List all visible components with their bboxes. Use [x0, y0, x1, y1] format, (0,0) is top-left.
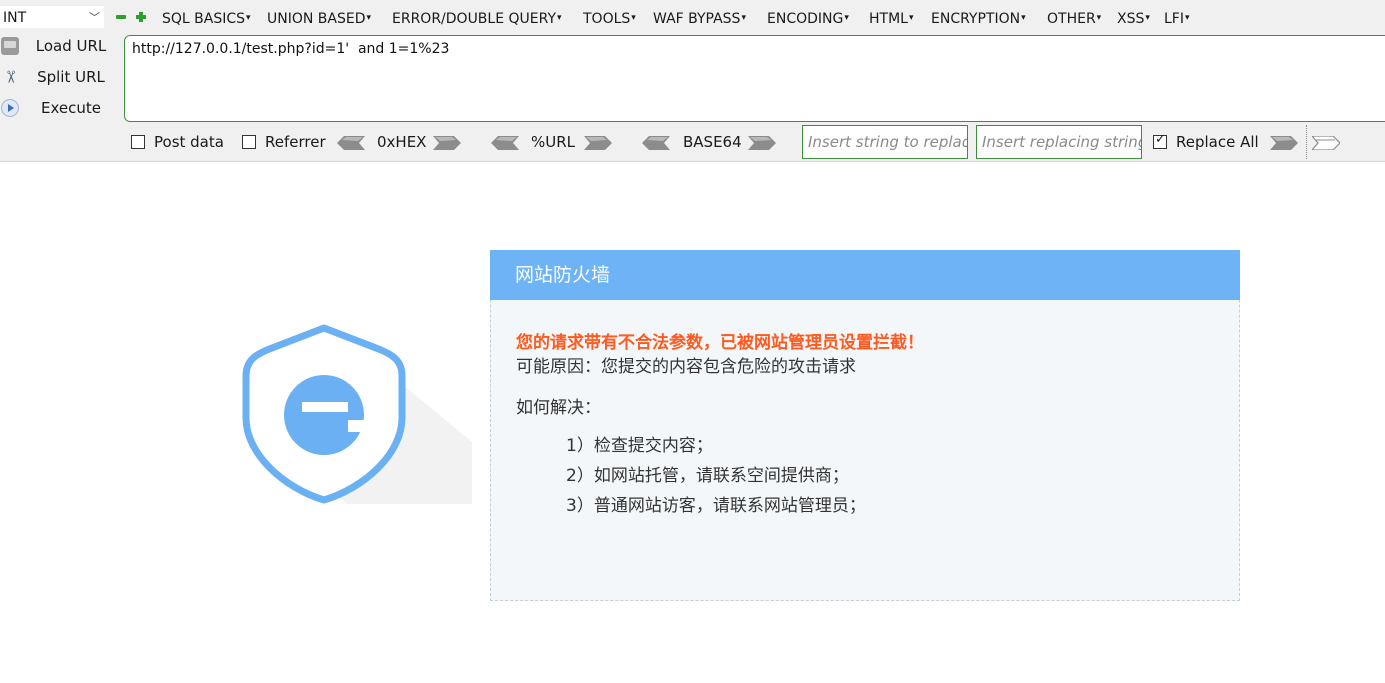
waf-steps-list: 1）检查提交内容； 2）如网站托管，请联系空间提供商； 3）普通网站访客，请联系… — [566, 435, 866, 525]
menu-bar: INT ﹀ SQL BASICS▾ UNION BASED▾ ERROR/DOU… — [0, 6, 1385, 30]
load-url-icon — [1, 37, 19, 55]
hex-label: 0xHEX — [377, 133, 427, 151]
menu-label: LFI — [1164, 11, 1184, 27]
split-url-button[interactable]: Split URL — [0, 65, 120, 89]
menu-label: ENCODING — [767, 11, 844, 27]
caret-down-icon: ▾ — [246, 13, 251, 23]
list-item: 1）检查提交内容； — [566, 436, 713, 456]
waf-reason-text: 可能原因：您提交的内容包含危险的攻击请求 — [516, 357, 856, 377]
caret-down-icon: ▾ — [1021, 13, 1026, 23]
replace-string-placeholder: Insert string to replace — [808, 133, 968, 151]
menu-label: OTHER — [1047, 11, 1096, 27]
split-url-label: Split URL — [37, 68, 105, 86]
play-icon — [1, 99, 19, 117]
minus-icon[interactable] — [116, 12, 126, 22]
base64-encode-arrow-icon[interactable] — [748, 136, 776, 150]
caret-down-icon: ▾ — [844, 13, 849, 23]
post-data-label: Post data — [154, 133, 224, 151]
caret-down-icon: ▾ — [557, 13, 562, 23]
waf-shield-logo-icon — [236, 322, 472, 504]
menu-label: WAF BYPASS — [653, 11, 741, 27]
menu-label: XSS — [1117, 11, 1145, 27]
menu-waf-bypass[interactable]: WAF BYPASS▾ — [653, 8, 746, 29]
replace-all-checkbox[interactable] — [1153, 132, 1167, 149]
replace-string-input[interactable]: Insert string to replace — [802, 125, 968, 159]
caret-down-icon: ▾ — [631, 13, 636, 23]
menu-encoding[interactable]: ENCODING▾ — [767, 8, 849, 29]
hex-encode-arrow-icon[interactable] — [433, 136, 461, 150]
type-select[interactable]: INT ﹀ — [0, 6, 104, 28]
menu-tools[interactable]: TOOLS▾ — [583, 8, 636, 29]
caret-down-icon: ▾ — [1184, 13, 1190, 23]
caret-down-icon: ▾ — [1145, 13, 1150, 23]
menu-label: UNION BASED — [267, 11, 366, 27]
waf-warning-text: 您的请求带有不合法参数，已被网站管理员设置拦截！ — [516, 333, 924, 353]
divider — [1306, 125, 1307, 159]
referrer-label: Referrer — [265, 133, 326, 151]
menu-sql-basics[interactable]: SQL BASICS▾ — [162, 8, 251, 29]
menu-xss[interactable]: XSS▾ — [1117, 8, 1150, 29]
load-url-button[interactable]: Load URL — [0, 34, 120, 58]
menu-union-based[interactable]: UNION BASED▾ — [267, 8, 371, 29]
replacing-string-placeholder: Insert replacing string — [982, 133, 1142, 151]
menu-label: ERROR/DOUBLE QUERY — [392, 11, 557, 27]
load-url-label: Load URL — [35, 37, 107, 55]
menu-other[interactable]: OTHER▾ — [1047, 8, 1101, 29]
caret-down-icon: ▾ — [1096, 13, 1102, 23]
menu-label: HTML — [869, 11, 908, 27]
execute-label: Execute — [41, 99, 101, 117]
referrer-checkbox[interactable] — [242, 135, 256, 149]
replace-next-arrow-icon[interactable] — [1312, 136, 1340, 150]
post-data-checkbox[interactable] — [131, 135, 145, 149]
base64-decode-arrow-icon[interactable] — [642, 136, 670, 150]
menu-error-double-query[interactable]: ERROR/DOUBLE QUERY▾ — [392, 8, 562, 29]
hex-decode-arrow-icon[interactable] — [337, 136, 365, 150]
url-encode-label: %URL — [531, 133, 576, 151]
replace-all-label: Replace All — [1176, 133, 1259, 151]
waf-panel-title: 网站防火墙 — [490, 250, 1240, 300]
list-item: 2）如网站托管，请联系空间提供商； — [566, 466, 849, 486]
caret-down-icon: ▾ — [366, 13, 372, 23]
plus-icon[interactable] — [136, 12, 146, 22]
replace-arrow-icon[interactable] — [1270, 136, 1298, 150]
url-text: http://127.0.0.1/test.php?id=1' and 1=1%… — [132, 41, 450, 57]
menu-lfi[interactable]: LFI▾ — [1164, 8, 1190, 29]
waf-howto-heading: 如何解决： — [516, 398, 601, 418]
scissors-icon — [1, 68, 19, 86]
type-select-value: INT — [3, 10, 27, 26]
execute-button[interactable]: Execute — [0, 96, 120, 120]
menu-label: SQL BASICS — [162, 11, 246, 27]
menu-encryption[interactable]: ENCRYPTION▾ — [931, 8, 1026, 29]
url-decode-arrow-icon[interactable] — [491, 136, 519, 150]
url-textarea[interactable]: http://127.0.0.1/test.php?id=1' and 1=1%… — [124, 35, 1385, 122]
waf-panel: 网站防火墙 您的请求带有不合法参数，已被网站管理员设置拦截！ 可能原因：您提交的… — [490, 250, 1240, 601]
replacing-string-input[interactable]: Insert replacing string — [976, 125, 1142, 159]
list-item: 3）普通网站访客，请联系网站管理员； — [566, 496, 866, 516]
chevron-down-icon: ﹀ — [89, 11, 100, 24]
menu-label: ENCRYPTION — [931, 11, 1021, 27]
base64-label: BASE64 — [683, 133, 742, 151]
caret-down-icon: ▾ — [741, 13, 746, 23]
hackbar-toolbar: INT ﹀ SQL BASICS▾ UNION BASED▾ ERROR/DOU… — [0, 0, 1385, 162]
options-row: Post data Referrer 0xHEX %URL BASE64 Ins… — [0, 125, 1385, 159]
menu-html[interactable]: HTML▾ — [869, 8, 914, 29]
url-encode-arrow-icon[interactable] — [584, 136, 612, 150]
caret-down-icon: ▾ — [908, 13, 914, 23]
menu-label: TOOLS — [583, 11, 631, 27]
